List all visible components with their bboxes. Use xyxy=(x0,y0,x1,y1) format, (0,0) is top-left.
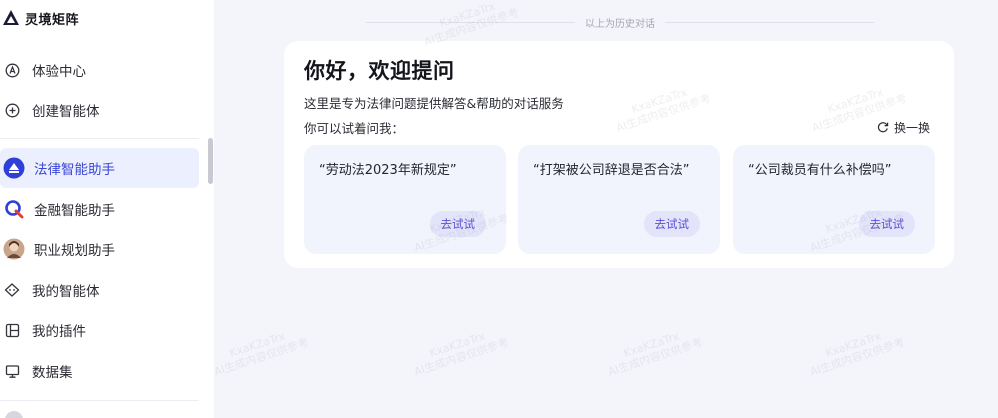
watermark-line: AI生成内容仅供参考 xyxy=(212,335,311,379)
law-assistant-avatar xyxy=(3,157,25,179)
sidebar-item-label: 法律智能助手 xyxy=(34,162,115,178)
sidebar-item-experience-center[interactable]: 体验中心 xyxy=(0,50,199,90)
experience-center-icon xyxy=(3,61,21,79)
try-button[interactable]: 去试试 xyxy=(858,211,915,237)
suggestion-card[interactable]: “打架被公司辞退是否合法” 去试试 xyxy=(518,145,720,254)
separator-line xyxy=(366,21,575,23)
brand[interactable]: 灵境矩阵 xyxy=(2,7,79,29)
watermark-line: KxaKZaTrx xyxy=(427,329,487,360)
plus-circle-icon xyxy=(3,101,21,119)
finance-assistant-avatar xyxy=(3,198,25,220)
welcome-title: 你好，欢迎提问 xyxy=(304,59,455,83)
watermark: KxaKZaTrxAI生成内容仅供参考 xyxy=(602,323,705,379)
sidebar-item-finance-assistant[interactable]: 金融智能助手 xyxy=(0,189,199,229)
sidebar-item-label: 职业规划助手 xyxy=(34,243,115,259)
sidebar: 灵境矩阵 体验中心 创建智能体 法律智能助手 金融智能助手 职业规划助手 我的智… xyxy=(0,0,214,418)
my-agents-icon xyxy=(3,281,21,299)
plugin-icon xyxy=(3,321,21,339)
sidebar-item-label: 我的智能体 xyxy=(32,284,100,300)
separator-line xyxy=(665,21,874,23)
suggestion-question: “公司裁员有什么补偿吗” xyxy=(748,163,892,178)
sidebar-item-my-plugins[interactable]: 我的插件 xyxy=(0,310,199,350)
try-button[interactable]: 去试试 xyxy=(643,211,700,237)
welcome-hint: 你可以试着问我： xyxy=(304,121,405,136)
mountain-logo-icon xyxy=(3,10,19,25)
watermark-line: AI生成内容仅供参考 xyxy=(808,335,907,379)
refresh-icon xyxy=(877,122,889,133)
sidebar-item-career-assistant[interactable]: 职业规划助手 xyxy=(0,229,199,269)
sidebar-divider xyxy=(0,138,199,139)
watermark-line: KxaKZaTrx xyxy=(823,329,883,360)
sidebar-item-dataset[interactable]: 数据集 xyxy=(0,351,199,391)
watermark-line: AI生成内容仅供参考 xyxy=(606,335,705,379)
suggestion-card[interactable]: “公司裁员有什么补偿吗” 去试试 xyxy=(733,145,935,254)
sidebar-item-label: 创建智能体 xyxy=(32,104,100,120)
career-assistant-avatar xyxy=(3,238,25,260)
sidebar-divider xyxy=(0,400,199,401)
sidebar-item-label: 金融智能助手 xyxy=(34,203,115,219)
try-button[interactable]: 去试试 xyxy=(429,211,486,237)
suggestion-card[interactable]: “劳动法2023年新规定” 去试试 xyxy=(304,145,506,254)
refresh-label: 换一换 xyxy=(893,120,930,135)
welcome-card: 你好，欢迎提问 这里是专为法律问题提供解答&帮助的对话服务 你可以试着问我： 换… xyxy=(284,41,954,268)
watermark: KxaKZaTrxAI生成内容仅供参考 xyxy=(408,323,511,379)
suggestion-question: “打架被公司辞退是否合法” xyxy=(533,163,690,178)
brand-name: 灵境矩阵 xyxy=(25,12,80,28)
sidebar-item-create-agent[interactable]: 创建智能体 xyxy=(0,90,199,130)
watermark: KxaKZaTrxAI生成内容仅供参考 xyxy=(208,323,311,379)
sidebar-item-label: 我的插件 xyxy=(32,324,86,340)
sidebar-scrollbar[interactable] xyxy=(208,138,213,184)
sidebar-item-my-agents[interactable]: 我的智能体 xyxy=(0,270,199,310)
watermark: KxaKZaTrxAI生成内容仅供参考 xyxy=(804,323,907,379)
welcome-description: 这里是专为法律问题提供解答&帮助的对话服务 xyxy=(304,96,564,111)
sidebar-item-label: 数据集 xyxy=(32,365,73,381)
history-separator: 以上为历史对话 xyxy=(366,14,874,30)
dataset-icon xyxy=(3,362,21,380)
watermark-line: KxaKZaTrx xyxy=(227,329,287,360)
app-root: 灵境矩阵 体验中心 创建智能体 法律智能助手 金融智能助手 职业规划助手 我的智… xyxy=(0,0,998,418)
refresh-button[interactable]: 换一换 xyxy=(877,118,930,136)
watermark-line: KxaKZaTrx xyxy=(621,329,681,360)
sidebar-item-label: 体验中心 xyxy=(32,64,86,80)
sidebar-item-law-assistant[interactable]: 法律智能助手 xyxy=(0,148,199,188)
history-separator-text: 以上为历史对话 xyxy=(585,18,655,30)
suggestion-question: “劳动法2023年新规定” xyxy=(319,163,457,178)
watermark-line: AI生成内容仅供参考 xyxy=(412,335,511,379)
user-avatar[interactable] xyxy=(5,411,23,418)
